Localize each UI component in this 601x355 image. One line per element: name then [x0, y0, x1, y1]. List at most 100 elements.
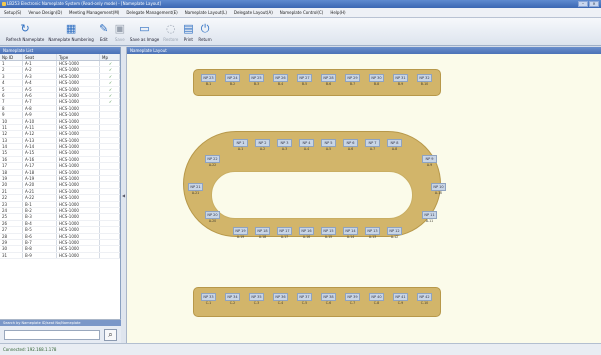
toolbar-button-print[interactable]: ▤ Print [180, 18, 196, 44]
column-header-mp[interactable]: Mp [100, 54, 120, 60]
nameplate-seat[interactable]: NP 26 B-4 [272, 74, 289, 87]
cell-type: HCS-1000 [57, 131, 100, 137]
cell-type: HCS-1000 [57, 150, 100, 156]
nameplate-seat[interactable]: NP 29 B-7 [344, 74, 361, 87]
nameplate-seat[interactable]: NP 32 B-10 [416, 74, 433, 87]
nameplate-seat[interactable]: NP 25 B-3 [248, 74, 265, 87]
search-input[interactable] [4, 330, 100, 340]
nameplate-seat[interactable]: NP 14 A-14 [342, 227, 359, 240]
nameplate-seat[interactable]: NP 5 A-5 [320, 139, 337, 152]
menu-nameplate-layout[interactable]: Nameplate Layout(L) [185, 10, 227, 15]
nameplate-seat[interactable]: NP 39 C-7 [344, 293, 361, 306]
nameplate-seat[interactable]: NP 42 C-10 [416, 293, 433, 306]
minimize-button[interactable]: – [578, 1, 588, 7]
menu-meeting-management[interactable]: Meeting Management(M) [69, 10, 119, 15]
nameplate-seat[interactable]: NP 6 A-6 [342, 139, 359, 152]
cell-seat: A-14 [23, 144, 57, 150]
nameplate-seat[interactable]: NP 18 A-18 [254, 227, 271, 240]
refresh-icon: ↻ [20, 22, 30, 35]
nameplate-seat[interactable]: NP 36 C-4 [272, 293, 289, 306]
nameplate-seat[interactable]: NP 12 A-12 [386, 227, 403, 240]
nameplate-seat[interactable]: NP 11 A-11 [421, 211, 438, 224]
toolbar-button-edit[interactable]: ✎ Edit [96, 18, 112, 44]
seat-label: B-1 [205, 82, 212, 86]
cell-type: HCS-1000 [57, 163, 100, 169]
cell-seat: A-2 [23, 67, 57, 73]
search-title: Search by Nameplate ID/seat No/Nameplate [0, 320, 121, 326]
cell-seat: A-15 [23, 150, 57, 156]
nameplate-seat[interactable]: NP 28 B-6 [320, 74, 337, 87]
cell-seat: A-3 [23, 73, 57, 80]
cell-np-id: 17 [0, 163, 23, 169]
cell-seat: A-1 [23, 61, 57, 67]
seat-label: B-5 [301, 82, 308, 86]
menu-delegate-layout[interactable]: Delegate Layout(A) [234, 10, 273, 15]
menu-help[interactable]: Help(H) [330, 10, 345, 15]
close-button[interactable]: × [589, 1, 599, 7]
nameplate-id: NP 29 [345, 74, 360, 82]
nameplate-seat[interactable]: NP 7 A-7 [364, 139, 381, 152]
menu-setup[interactable]: Setup(S) [4, 10, 21, 15]
toolbar-button-restore[interactable]: ◌ Restore [161, 18, 180, 44]
cell-seat: A-21 [23, 188, 57, 195]
cell-seat: A-11 [23, 124, 57, 131]
table-row[interactable]: 31 B-9 HCS-1000 [0, 252, 120, 260]
printer-icon: ▤ [183, 22, 194, 35]
collapse-arrow-icon[interactable]: ◀ [122, 193, 125, 198]
menu-nameplate-control[interactable]: Nameplate Control(C) [280, 10, 324, 15]
nameplate-seat[interactable]: NP 21 A-21 [187, 183, 204, 196]
nameplate-seat[interactable]: NP 3 A-3 [276, 139, 293, 152]
cell-type: HCS-1000 [57, 220, 100, 227]
nameplate-seat[interactable]: NP 4 A-4 [298, 139, 315, 152]
column-header-np-id[interactable]: Np ID [0, 54, 23, 60]
nameplate-seat[interactable]: NP 10 A-10 [430, 183, 447, 196]
cell-np-id: 3 [0, 73, 23, 80]
status-bar: Connected: 192.168.1.178 [0, 343, 601, 355]
nameplate-seat[interactable]: NP 35 C-3 [248, 293, 265, 306]
nameplate-seat[interactable]: NP 2 A-2 [254, 139, 271, 152]
cell-np-id: 22 [0, 195, 23, 201]
toolbar-button-nameplate-numbering[interactable]: ▦ Nameplate Numbering [46, 18, 95, 44]
toolbar-button-return[interactable]: ⏻ Return [196, 18, 213, 44]
nameplate-seat[interactable]: NP 16 A-16 [298, 227, 315, 240]
menu-venue-design[interactable]: Venue Design(D) [28, 10, 62, 15]
nameplate-seat[interactable]: NP 13 A-13 [364, 227, 381, 240]
cell-mp: ✓ [100, 86, 120, 92]
nameplate-seat[interactable]: NP 15 A-15 [320, 227, 337, 240]
cell-mp: ✓ [100, 92, 120, 99]
nameplate-seat[interactable]: NP 33 C-1 [200, 293, 217, 306]
nameplate-seat[interactable]: NP 23 B-1 [200, 74, 217, 87]
column-header-type[interactable]: Type [57, 54, 100, 60]
seat-label: A-15 [324, 235, 333, 239]
nameplate-seat[interactable]: NP 22 A-22 [204, 155, 221, 168]
search-button[interactable]: ⌕ [104, 329, 117, 341]
nameplate-seat[interactable]: NP 37 C-5 [296, 293, 313, 306]
nameplate-seat[interactable]: NP 8 A-8 [386, 139, 403, 152]
nameplate-id: NP 23 [201, 74, 216, 82]
nameplate-seat[interactable]: NP 34 C-2 [224, 293, 241, 306]
nameplate-seat[interactable]: NP 27 B-5 [296, 74, 313, 87]
nameplate-seat[interactable]: NP 40 C-8 [368, 293, 385, 306]
toolbar-button-refresh-nameplate[interactable]: ↻ Refresh Nameplate [4, 18, 46, 44]
seat-label: B-6 [325, 82, 332, 86]
cell-type: HCS-1000 [57, 246, 100, 252]
column-header-seat[interactable]: Seat [23, 54, 57, 60]
nameplate-seat[interactable]: NP 41 C-9 [392, 293, 409, 306]
nameplate-seat[interactable]: NP 9 A-9 [421, 155, 438, 168]
nameplate-seat[interactable]: NP 30 B-8 [368, 74, 385, 87]
nameplate-seat[interactable]: NP 31 B-9 [392, 74, 409, 87]
toolbar-button-save-as-image[interactable]: ▭ Save as Image [128, 18, 161, 44]
nameplate-id: NP 37 [297, 293, 312, 301]
save-icon: ▣ [114, 22, 125, 35]
nameplate-seat[interactable]: NP 19 A-19 [232, 227, 249, 240]
cell-seat: B-8 [23, 246, 57, 252]
cell-np-id: 18 [0, 169, 23, 176]
nameplate-seat[interactable]: NP 38 C-6 [320, 293, 337, 306]
nameplate-id: NP 22 [205, 155, 220, 163]
nameplate-seat[interactable]: NP 20 A-20 [204, 211, 221, 224]
menu-delegate-management[interactable]: Delegate Management(E) [126, 10, 177, 15]
nameplate-seat[interactable]: NP 17 A-17 [276, 227, 293, 240]
toolbar-button-save[interactable]: ▣ Save [112, 18, 128, 44]
nameplate-seat[interactable]: NP 1 A-1 [232, 139, 249, 152]
nameplate-seat[interactable]: NP 24 B-2 [224, 74, 241, 87]
